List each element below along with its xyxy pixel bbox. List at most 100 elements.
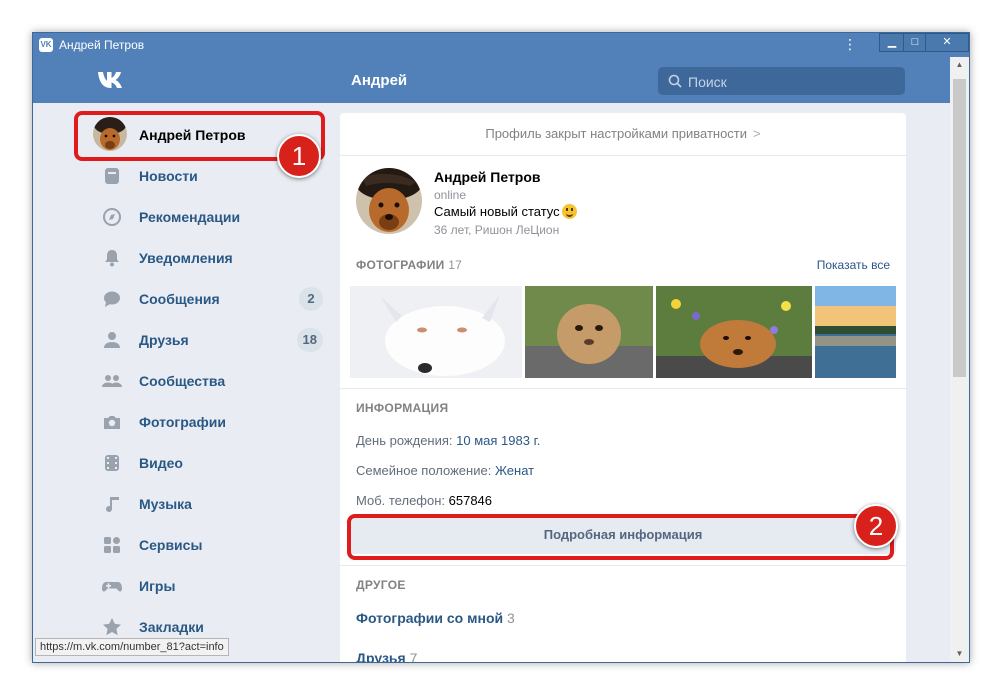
app-window: VK Андрей Петров ⋮ ▁ □ ✕ Андрей ▲ ▼ <box>32 32 970 663</box>
sidebar-item-label: Фотографии <box>139 414 227 430</box>
step-2-marker: 2 <box>854 504 898 548</box>
status-bar-url: https://m.vk.com/number_81?act=info <box>35 638 229 656</box>
vk-app-icon: VK <box>39 38 53 52</box>
photos-count: 17 <box>448 258 463 272</box>
sidebar-item-games[interactable]: Игры <box>93 571 323 601</box>
phone-label: Моб. телефон: <box>356 493 446 508</box>
arctic-fox-photo <box>350 286 522 378</box>
family-status-row: Семейное положение: Женат <box>356 463 534 478</box>
profile-status-text: Самый новый статус <box>434 204 560 219</box>
window-title: Андрей Петров <box>59 38 145 52</box>
minimize-button[interactable]: ▁ <box>879 33 905 52</box>
photos-with-me-label: Фотографии со мной <box>356 610 504 626</box>
profile-avatar[interactable] <box>356 168 422 234</box>
sidebar-item-label: Музыка <box>139 496 192 512</box>
photo-thumbnail-3[interactable] <box>656 286 812 378</box>
sidebar-item-music[interactable]: Музыка <box>93 489 323 519</box>
photos-heading-text: ФОТОГРАФИИ <box>356 258 445 272</box>
section-divider <box>340 388 906 389</box>
search-box[interactable] <box>658 67 905 95</box>
sidebar-item-label: Сообщества <box>139 373 226 389</box>
friends-link[interactable]: Друзья 7 <box>356 650 418 663</box>
vk-logo[interactable] <box>97 69 131 97</box>
vk-logo-icon <box>98 72 122 88</box>
profile-status: Самый новый статус <box>434 204 577 219</box>
profile-header: Андрей Петров online Самый новый статус … <box>340 156 906 244</box>
sidebar-item-label: Сервисы <box>139 537 203 553</box>
sidebar: Андрей Петров Новости Рекомендации Уведо… <box>33 103 333 662</box>
camera-icon <box>104 416 120 429</box>
sidebar-item-label: Сообщения <box>139 291 220 307</box>
profile-card: Профиль закрыт настройками приватности > … <box>340 113 906 663</box>
gamepad-icon <box>102 582 122 592</box>
close-button[interactable]: ✕ <box>925 33 969 52</box>
birthday-label: День рождения: <box>356 433 453 448</box>
messages-count-badge: 2 <box>299 287 323 311</box>
sidebar-item-notifications[interactable]: Уведомления <box>93 243 323 273</box>
sidebar-item-label: Уведомления <box>139 250 233 266</box>
search-input[interactable] <box>686 71 890 93</box>
phone-row: Моб. телефон: 657846 <box>356 493 492 508</box>
smile-emoji-icon <box>561 204 577 219</box>
photo-thumbnail-2[interactable] <box>525 286 653 378</box>
privacy-notice[interactable]: Профиль закрыт настройками приватности > <box>340 113 906 156</box>
compass-icon <box>103 208 121 226</box>
photos-with-me-link[interactable]: Фотографии со мной 3 <box>356 610 515 626</box>
golden-retriever-photo <box>656 286 812 378</box>
profile-age-city: 36 лет, Ришон ЛеЦион <box>434 223 560 237</box>
services-icon <box>104 537 120 553</box>
friends-count-badge: 18 <box>296 328 323 352</box>
step-2-highlight <box>347 514 894 560</box>
sidebar-item-friends[interactable]: Друзья 18 <box>93 325 323 355</box>
friends-label: Друзья <box>356 650 406 663</box>
page-title: Андрей <box>351 72 408 89</box>
maximize-button[interactable]: □ <box>903 33 927 52</box>
info-heading: ИНФОРМАЦИЯ <box>356 401 449 415</box>
lake-landscape-photo <box>815 286 896 378</box>
family-status-value[interactable]: Женат <box>495 463 534 478</box>
step-1-marker: 1 <box>277 134 321 178</box>
privacy-notice-text: Профиль закрыт настройками приватности <box>485 126 748 141</box>
photo-thumbnail-1[interactable] <box>350 286 522 378</box>
photo-thumbnail-4[interactable] <box>815 286 896 378</box>
scrollbar-thumb[interactable] <box>953 79 966 377</box>
scroll-up-arrow-icon[interactable]: ▲ <box>950 57 969 73</box>
search-icon <box>668 74 682 88</box>
music-icon <box>106 497 119 513</box>
sidebar-item-messages[interactable]: Сообщения 2 <box>93 284 323 314</box>
chevron-right-icon: > <box>753 126 761 141</box>
sidebar-item-label: Рекомендации <box>139 209 241 225</box>
sidebar-item-recommendations[interactable]: Рекомендации <box>93 202 323 232</box>
birthday-value[interactable]: 10 мая 1983 г. <box>456 433 540 448</box>
show-all-photos-link[interactable]: Показать все <box>817 258 890 272</box>
person-icon <box>104 332 120 348</box>
profile-name: Андрей Петров <box>434 169 541 185</box>
star-icon <box>103 618 121 636</box>
sidebar-item-label: Друзья <box>139 332 189 348</box>
sidebar-item-video[interactable]: Видео <box>93 448 323 478</box>
vertical-scrollbar[interactable]: ▲ ▼ <box>950 57 969 662</box>
news-icon <box>105 168 119 184</box>
sidebar-item-communities[interactable]: Сообщества <box>93 366 323 396</box>
sidebar-item-services[interactable]: Сервисы <box>93 530 323 560</box>
friends-count: 7 <box>409 650 418 663</box>
sidebar-item-label: Игры <box>139 578 176 594</box>
sidebar-item-label: Новости <box>139 168 198 184</box>
video-icon <box>105 455 119 471</box>
online-status: online <box>434 188 467 202</box>
other-heading: ДРУГОЕ <box>356 578 406 592</box>
scroll-down-arrow-icon[interactable]: ▼ <box>950 646 969 662</box>
cougar-cub-photo <box>525 286 653 378</box>
more-menu-icon[interactable]: ⋮ <box>843 35 857 53</box>
photos-with-me-count: 3 <box>507 610 515 626</box>
title-bar: VK Андрей Петров ⋮ ▁ □ ✕ <box>33 33 969 57</box>
top-header: Андрей <box>33 57 950 103</box>
bell-icon <box>105 250 119 267</box>
phone-value: 657846 <box>448 493 493 508</box>
family-status-label: Семейное положение: <box>356 463 492 478</box>
group-icon <box>102 375 122 387</box>
sidebar-item-label: Видео <box>139 455 183 471</box>
birthday-row: День рождения: 10 мая 1983 г. <box>356 433 540 448</box>
sidebar-item-photos[interactable]: Фотографии <box>93 407 323 437</box>
chat-icon <box>104 291 120 307</box>
